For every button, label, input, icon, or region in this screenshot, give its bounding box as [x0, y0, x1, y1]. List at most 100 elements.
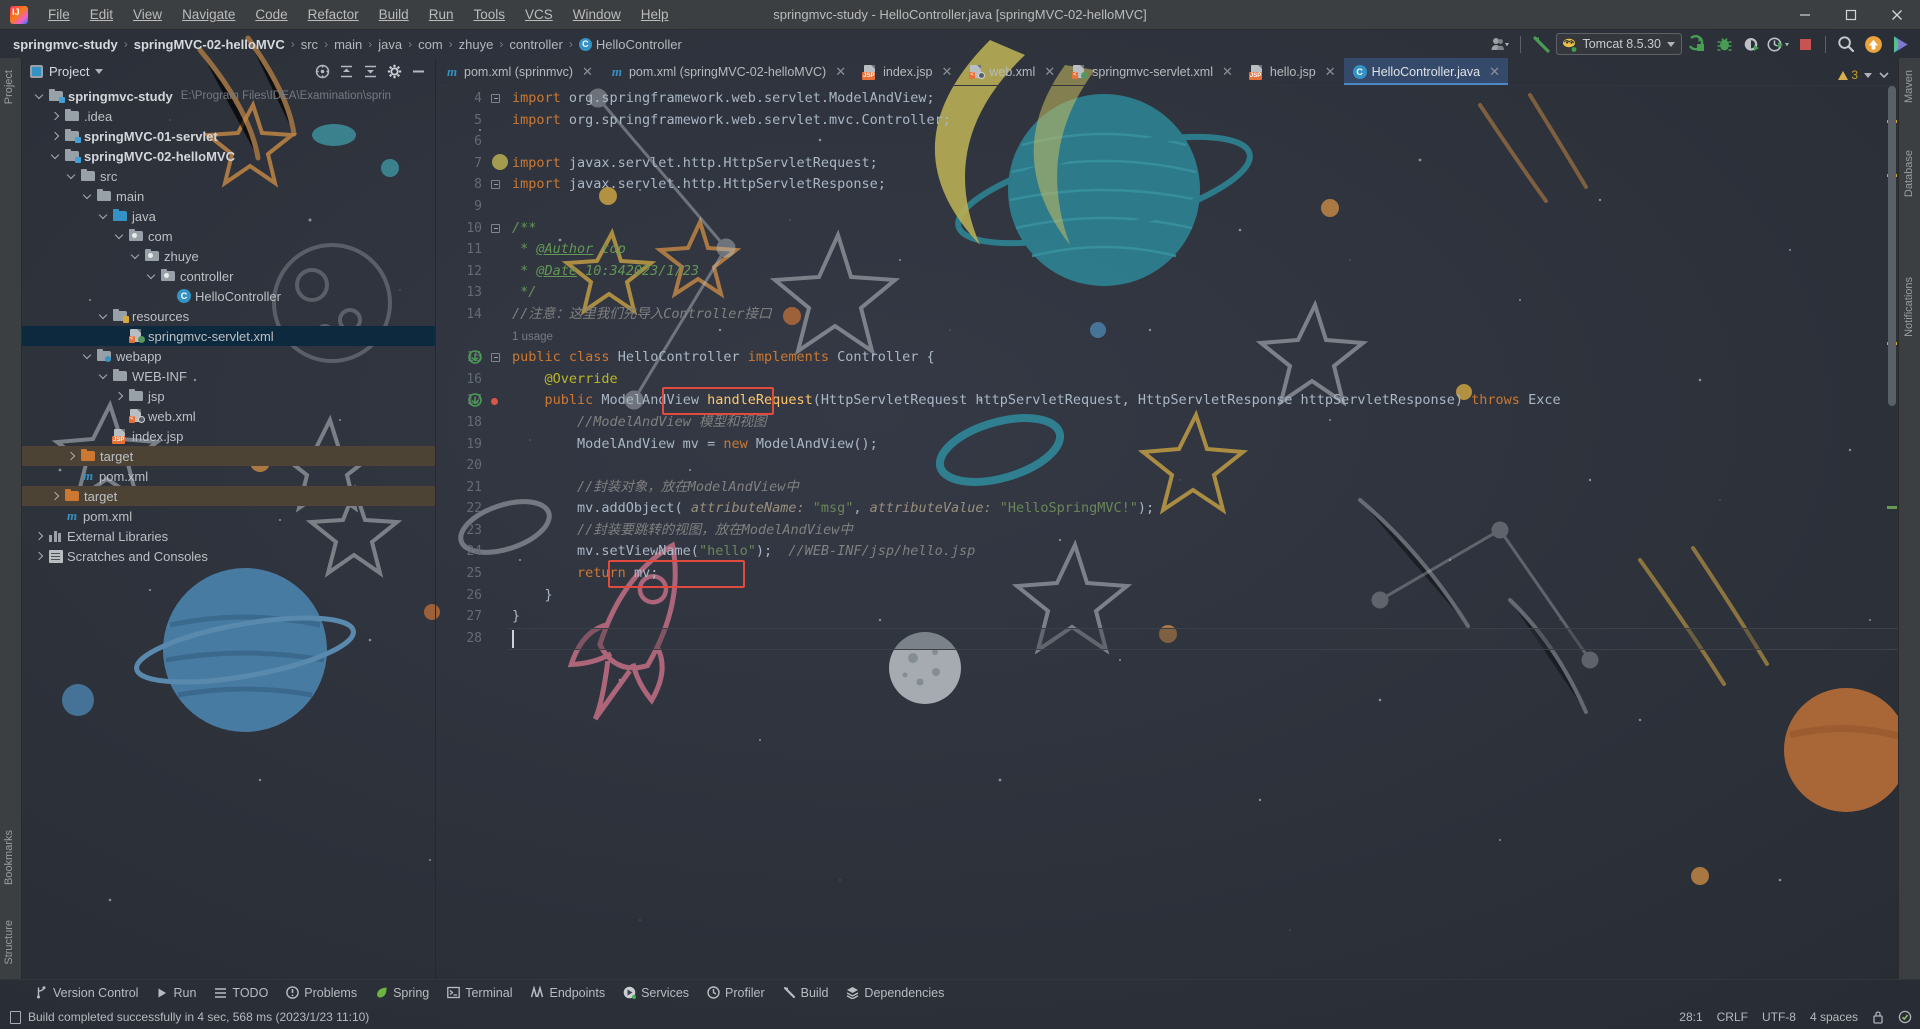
bottom-tool-endpoints[interactable]: Endpoints: [521, 983, 614, 1003]
chevron-down-icon[interactable]: [95, 68, 104, 74]
maximize-button[interactable]: [1828, 0, 1874, 30]
tree-item-springmvc-02-hellomvc[interactable]: springMVC-02-helloMVC: [22, 146, 435, 166]
code-line-19[interactable]: ModelAndView mv = new ModelAndView();: [508, 434, 1898, 456]
code-line-21[interactable]: //封装对象，放在ModelAndView中: [508, 477, 1898, 499]
editor-tab-hello-jsp[interactable]: JSP hello.jsp ✕: [1241, 58, 1344, 85]
search-everywhere-icon[interactable]: [1834, 33, 1858, 55]
close-tab-icon[interactable]: ✕: [835, 65, 846, 78]
bottom-tool-run[interactable]: Run: [147, 983, 205, 1003]
gutter-line-5[interactable]: 5: [436, 110, 508, 132]
breadcrumb-item-module[interactable]: springMVC-02-helloMVC: [129, 35, 290, 54]
code-line-23[interactable]: //封装要跳转的视图，放在ModelAndView中: [508, 520, 1898, 542]
chevron-down-icon[interactable]: [114, 231, 125, 242]
code-line-12[interactable]: * @Date 10:342023/1/23: [508, 261, 1898, 283]
bottom-tool-version-control[interactable]: Version Control: [26, 983, 147, 1003]
code-line-10[interactable]: /**: [508, 218, 1898, 240]
bottom-tool-spring[interactable]: Spring: [366, 983, 438, 1003]
breadcrumb-item-class[interactable]: C HelloController: [574, 35, 687, 54]
rail-structure[interactable]: Structure: [0, 916, 21, 969]
gutter-line-4[interactable]: 4: [436, 88, 508, 110]
chevron-down-icon[interactable]: [130, 251, 141, 262]
editor-tab-web-xml[interactable]: < web.xml ✕: [960, 58, 1063, 85]
editor-scrollbar[interactable]: [1885, 86, 1898, 979]
breadcrumb-item-zhuye[interactable]: zhuye: [454, 35, 499, 54]
code-content[interactable]: import org.springframework.web.servlet.M…: [508, 86, 1898, 979]
hide-panel-icon[interactable]: [407, 61, 429, 81]
tree-item-pom-xml[interactable]: m pom.xml: [22, 506, 435, 526]
event-log-icon[interactable]: [10, 1010, 21, 1024]
select-opened-file-icon[interactable]: [311, 61, 333, 81]
tree-item-jsp[interactable]: jsp: [22, 386, 435, 406]
minimize-button[interactable]: [1782, 0, 1828, 30]
menu-navigate[interactable]: Navigate: [172, 3, 245, 26]
settings-gear-icon[interactable]: [383, 61, 405, 81]
chevron-right-icon[interactable]: [34, 551, 45, 562]
menu-code[interactable]: Code: [245, 3, 297, 26]
code-line-4[interactable]: import org.springframework.web.servlet.M…: [508, 88, 1898, 110]
fold-marker-icon[interactable]: [491, 353, 500, 363]
tree-item-springmvc-servlet-xml[interactable]: < springmvc-servlet.xml: [22, 326, 435, 346]
bottom-tool-dependencies[interactable]: Dependencies: [837, 983, 953, 1003]
bottom-tool-problems[interactable]: Problems: [277, 983, 366, 1003]
change-marker[interactable]: [1887, 506, 1897, 509]
gutter-line-8[interactable]: 8: [436, 174, 508, 196]
rail-maven[interactable]: Maven: [1899, 66, 1920, 107]
rail-notifications[interactable]: Notifications: [1899, 273, 1920, 341]
gutter-line-17[interactable]: 17: [436, 390, 508, 412]
breadcrumb-item-com[interactable]: com: [413, 35, 448, 54]
gutter-line-6[interactable]: 6: [436, 131, 508, 153]
gutter-line-25[interactable]: 25: [436, 563, 508, 585]
code-line-8[interactable]: import javax.servlet.http.HttpServletRes…: [508, 174, 1898, 196]
chevron-down-icon[interactable]: [98, 211, 109, 222]
gutter-line-23[interactable]: 23: [436, 520, 508, 542]
code-line-25[interactable]: return mv;: [508, 563, 1898, 585]
tree-item-external-libraries[interactable]: External Libraries: [22, 526, 435, 546]
chevron-down-icon[interactable]: [1864, 72, 1872, 78]
tree-item-hellocontroller[interactable]: C HelloController: [22, 286, 435, 306]
code-line-13[interactable]: */: [508, 282, 1898, 304]
editor-tab-pom-xml-springmvc-02-hellomvc[interactable]: m pom.xml (springMVC-02-helloMVC) ✕: [601, 58, 854, 85]
chevron-down-icon[interactable]: [1667, 41, 1675, 47]
code-line-14[interactable]: //注意：这里我们先导入Controller接口: [508, 304, 1898, 326]
editor-tab-hellocontroller-java[interactable]: C HelloController.java ✕: [1343, 58, 1508, 85]
stop-icon[interactable]: [1793, 33, 1817, 55]
menu-view[interactable]: View: [123, 3, 172, 26]
menu-edit[interactable]: Edit: [80, 3, 123, 26]
rail-project[interactable]: Project: [0, 66, 21, 108]
run-configuration-selector[interactable]: Tomcat 8.5.30: [1556, 33, 1682, 55]
fold-marker-icon[interactable]: [491, 180, 500, 190]
tree-item-main[interactable]: main: [22, 186, 435, 206]
code-line-16[interactable]: @Override: [508, 369, 1898, 391]
gutter-line-16[interactable]: 16: [436, 369, 508, 391]
project-panel-title[interactable]: Project: [30, 64, 104, 79]
chevron-down-icon[interactable]: [146, 271, 157, 282]
gutter-line-15[interactable]: 15: [436, 347, 508, 369]
chevron-right-icon[interactable]: [34, 531, 45, 542]
chevron-down-icon[interactable]: [34, 91, 45, 102]
menu-file[interactable]: File: [38, 3, 80, 26]
menu-bar[interactable]: File Edit View Navigate Code Refactor Bu…: [38, 3, 679, 26]
code-line-17[interactable]: public ModelAndView handleRequest(HttpSe…: [508, 390, 1898, 412]
code-line-9[interactable]: [508, 196, 1898, 218]
gutter-line-28[interactable]: 28: [436, 628, 508, 650]
editor-tab-pom-xml-sprinmvc[interactable]: m pom.xml (sprinmvc) ✕: [436, 58, 601, 85]
code-line-7[interactable]: import javax.servlet.http.HttpServletReq…: [508, 153, 1898, 175]
file-encoding[interactable]: UTF-8: [1762, 1010, 1796, 1024]
chevron-down-icon[interactable]: [82, 351, 93, 362]
close-button[interactable]: [1874, 0, 1920, 30]
menu-build[interactable]: Build: [369, 3, 419, 26]
gutter-line-14[interactable]: 14: [436, 304, 508, 326]
tree-item-target[interactable]: target: [22, 486, 435, 506]
fold-marker-icon[interactable]: [491, 94, 500, 103]
gutter-line-22[interactable]: 22: [436, 498, 508, 520]
tree-item-pom-xml[interactable]: m pom.xml: [22, 466, 435, 486]
bottom-tool-profiler[interactable]: Profiler: [698, 983, 774, 1003]
breadcrumb-item-src[interactable]: src: [296, 35, 323, 54]
chevron-down-icon[interactable]: [50, 151, 61, 162]
code-line-20[interactable]: [508, 455, 1898, 477]
debug-icon[interactable]: [1712, 33, 1736, 55]
rail-bookmarks[interactable]: Bookmarks: [0, 826, 21, 889]
chevron-down-icon[interactable]: [98, 311, 109, 322]
chevron-right-icon[interactable]: [50, 111, 61, 122]
tree-item-idea[interactable]: .idea: [22, 106, 435, 126]
